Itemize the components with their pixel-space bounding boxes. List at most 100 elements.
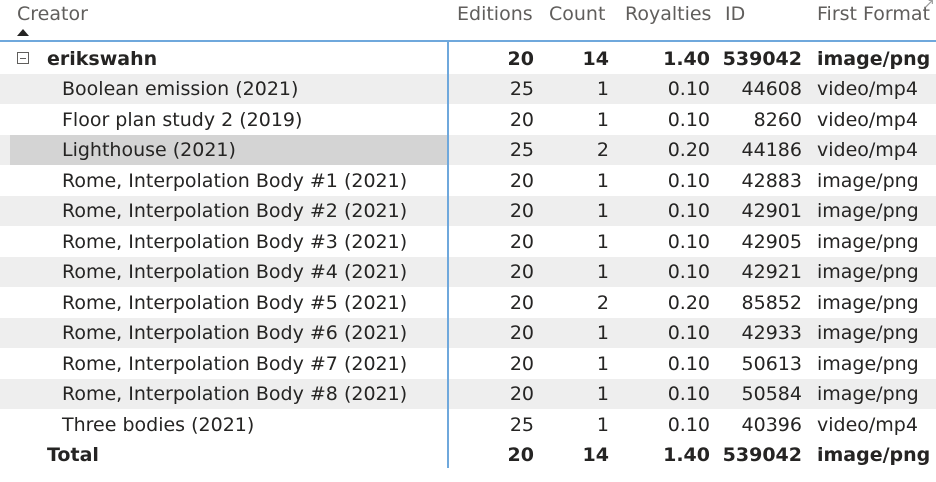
- row-id: 42883: [741, 169, 802, 192]
- row-id: 50584: [741, 383, 802, 405]
- total-count: 14: [582, 444, 609, 466]
- sort-ascending-icon[interactable]: [17, 29, 29, 36]
- total-id: 539042: [722, 444, 802, 466]
- row-first-format: video/mp4: [817, 78, 918, 100]
- row-name: Boolean emission (2021): [62, 78, 299, 100]
- row-id: 42905: [741, 230, 802, 253]
- group-row[interactable]: erikswahn 20 14 1.40 539042 image/png: [0, 44, 936, 74]
- resize-arrow-icon: ↗: [923, 0, 935, 12]
- row-first-format: video/mp4: [817, 413, 918, 436]
- row-royalties: 0.20: [667, 291, 710, 314]
- row-editions: 20: [509, 230, 534, 253]
- row-first-format: image/png: [817, 322, 919, 344]
- row-count: 1: [596, 108, 609, 131]
- table-row[interactable]: Three bodies (2021) 25 1 0.10 40396 video/mp4: [0, 410, 936, 440]
- row-name: Lighthouse (2021): [62, 139, 236, 161]
- row-royalties: 0.10: [667, 200, 710, 222]
- row-editions: 20: [509, 383, 534, 405]
- row-name: Three bodies (2021): [62, 413, 255, 436]
- row-id: 42901: [741, 200, 802, 222]
- row-name: Rome, Interpolation Body #2 (2021): [62, 200, 408, 222]
- total-row: Total 20 14 1.40 539042 image/png: [0, 440, 936, 470]
- table-row[interactable]: Rome, Interpolation Body #8 (2021) 20 1 0.1…: [0, 379, 936, 409]
- header-first-format[interactable]: First Format: [817, 3, 930, 25]
- column-header-row: Creator Editions Count Royalties ID Firs…: [0, 0, 936, 42]
- row-id: 40396: [741, 413, 802, 436]
- row-first-format: image/png: [817, 383, 919, 405]
- row-id: 85852: [741, 291, 802, 314]
- group-royalties: 1.40: [663, 48, 710, 70]
- row-royalties: 0.10: [667, 261, 710, 283]
- row-name: Rome, Interpolation Body #5 (2021): [62, 291, 408, 314]
- row-name: Floor plan study 2 (2019): [62, 108, 303, 131]
- row-royalties: 0.10: [667, 108, 710, 131]
- table-row[interactable]: Rome, Interpolation Body #7 (2021) 20 1 0.1…: [0, 349, 936, 379]
- row-editions: 20: [509, 352, 534, 375]
- row-id: 50613: [741, 352, 802, 375]
- row-editions: 25: [509, 78, 534, 100]
- row-first-format: image/png: [817, 261, 919, 283]
- row-first-format: image/png: [817, 200, 919, 222]
- total-label: Total: [47, 444, 99, 466]
- table-row[interactable]: Lighthouse (2021) 25 2 0.20 44186 video/mp4: [0, 135, 936, 165]
- row-royalties: 0.20: [667, 139, 710, 161]
- row-count: 1: [596, 413, 609, 436]
- row-editions: 20: [509, 108, 534, 131]
- row-first-format: video/mp4: [817, 108, 918, 131]
- row-count: 1: [596, 383, 609, 405]
- header-count[interactable]: Count: [549, 3, 605, 25]
- group-editions: 20: [507, 48, 534, 70]
- row-first-format: video/mp4: [817, 139, 918, 161]
- group-id: 539042: [722, 48, 802, 70]
- table-row[interactable]: Boolean emission (2021) 25 1 0.10 44608 video…: [0, 74, 936, 104]
- table-row[interactable]: Rome, Interpolation Body #3 (2021) 20 1 0.1…: [0, 227, 936, 257]
- row-editions: 20: [509, 169, 534, 192]
- matrix-visual: Creator Editions Count Royalties ID Firs…: [0, 0, 936, 482]
- row-editions: 25: [509, 139, 534, 161]
- row-editions: 20: [509, 261, 534, 283]
- column-divider: [447, 42, 449, 468]
- row-count: 2: [596, 291, 609, 314]
- row-id: 44608: [741, 78, 802, 100]
- row-count: 1: [596, 169, 609, 192]
- row-count: 1: [596, 230, 609, 253]
- total-first-format: image/png: [817, 444, 931, 466]
- row-count: 1: [596, 352, 609, 375]
- row-royalties: 0.10: [667, 230, 710, 253]
- header-royalties[interactable]: Royalties: [625, 3, 711, 25]
- row-royalties: 0.10: [667, 352, 710, 375]
- row-name: Rome, Interpolation Body #7 (2021): [62, 352, 408, 375]
- group-count: 14: [582, 48, 609, 70]
- row-id: 44186: [741, 139, 802, 161]
- row-editions: 20: [509, 291, 534, 314]
- header-editions[interactable]: Editions: [457, 3, 533, 25]
- row-royalties: 0.10: [667, 169, 710, 192]
- table-row[interactable]: Rome, Interpolation Body #6 (2021) 20 1 0.1…: [0, 318, 936, 348]
- row-count: 1: [596, 261, 609, 283]
- row-first-format: image/png: [817, 352, 919, 375]
- row-id: 42921: [741, 261, 802, 283]
- row-royalties: 0.10: [667, 383, 710, 405]
- header-creator[interactable]: Creator: [17, 3, 88, 25]
- table-row[interactable]: Rome, Interpolation Body #2 (2021) 20 1 0.1…: [0, 196, 936, 226]
- row-id: 42933: [741, 322, 802, 344]
- table-row[interactable]: Floor plan study 2 (2019) 20 1 0.10 8260 vide…: [0, 105, 936, 135]
- table-row[interactable]: Rome, Interpolation Body #1 (2021) 20 1 0.1…: [0, 166, 936, 196]
- total-editions: 20: [507, 444, 534, 466]
- header-id[interactable]: ID: [725, 3, 745, 25]
- collapse-icon[interactable]: [17, 52, 29, 64]
- table-row[interactable]: Rome, Interpolation Body #4 (2021) 20 1 0.1…: [0, 257, 936, 287]
- row-editions: 20: [509, 200, 534, 222]
- group-name: erikswahn: [47, 48, 158, 70]
- row-count: 1: [596, 200, 609, 222]
- table-row[interactable]: Rome, Interpolation Body #5 (2021) 20 2 0.2…: [0, 288, 936, 318]
- row-royalties: 0.10: [667, 322, 710, 344]
- row-royalties: 0.10: [667, 78, 710, 100]
- row-count: 1: [596, 322, 609, 344]
- row-name: Rome, Interpolation Body #1 (2021): [62, 169, 408, 192]
- row-editions: 25: [509, 413, 534, 436]
- row-first-format: image/png: [817, 291, 919, 314]
- row-name: Rome, Interpolation Body #3 (2021): [62, 230, 408, 253]
- total-royalties: 1.40: [663, 444, 710, 466]
- group-first-format: image/png: [817, 48, 931, 70]
